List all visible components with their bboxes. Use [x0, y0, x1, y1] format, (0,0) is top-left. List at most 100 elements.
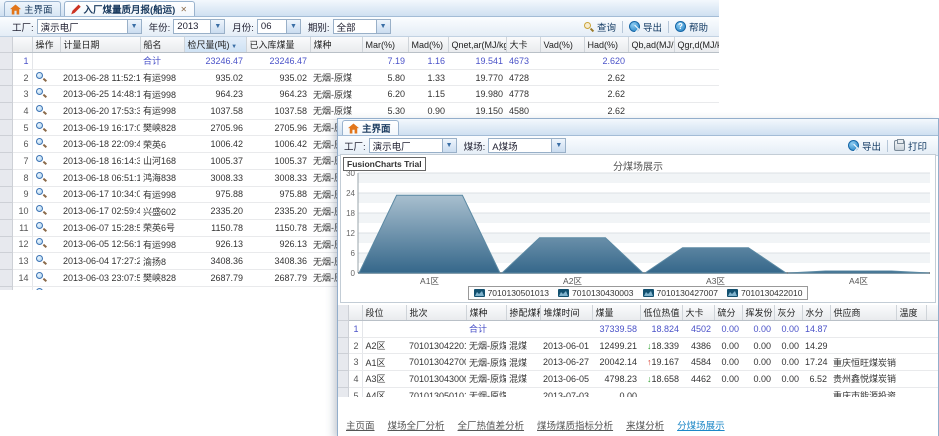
- column-header[interactable]: Vad(%): [540, 37, 584, 53]
- table-cell: 0.00: [742, 371, 774, 388]
- column-header[interactable]: 灰分: [774, 305, 802, 321]
- chevron-down-icon[interactable]: ▼: [551, 139, 565, 152]
- nav-link-home[interactable]: 主页面: [346, 418, 375, 432]
- query-button[interactable]: 查询: [577, 20, 622, 34]
- table-row[interactable]: 22013-06-28 11:52:17有运998935.02935.02无烟-…: [0, 69, 719, 86]
- column-header[interactable]: Mad(%): [408, 37, 448, 53]
- table-cell: [640, 387, 682, 397]
- help-button[interactable]: ?帮助: [669, 20, 714, 34]
- table-cell: 975.88: [184, 186, 246, 203]
- nav-link-incoming-coal-analysis[interactable]: 来煤分析: [626, 418, 664, 432]
- table-row[interactable]: 1合计37339.5818.82445020.000.000.0014.87: [338, 321, 938, 338]
- table-row[interactable]: 4A3区7010130430003无烟-原煤混煤2013-06-054798.2…: [338, 371, 938, 388]
- table-row[interactable]: 32013-06-25 14:48:10有运998964.23964.23无烟-…: [0, 86, 719, 103]
- column-header[interactable]: Qb,ad(MJ/...: [628, 37, 674, 53]
- column-header[interactable]: 大卡: [682, 305, 714, 321]
- close-icon[interactable]: ✕: [180, 5, 187, 14]
- print-button[interactable]: 打印: [888, 139, 933, 153]
- table-row[interactable]: 2A2区7010130422010无烟-原煤混煤2013-06-0112499.…: [338, 337, 938, 354]
- column-header[interactable]: Mar(%): [362, 37, 408, 53]
- chevron-down-icon[interactable]: ▼: [286, 20, 300, 33]
- column-header[interactable]: 低位热值: [640, 305, 682, 321]
- magnifier-icon[interactable]: [36, 222, 46, 232]
- chevron-down-icon[interactable]: ▼: [442, 139, 456, 152]
- tab-main[interactable]: 主界面: [342, 120, 399, 135]
- row-actions: [32, 119, 60, 136]
- month-value: 06: [261, 21, 272, 32]
- period-select[interactable]: 全部▼: [333, 19, 391, 34]
- tab-coal-report[interactable]: 入厂煤量质月报(船运) ✕: [64, 1, 196, 16]
- table-cell: 无烟-原煤: [466, 371, 506, 388]
- legend-item[interactable]: 7010130501013: [474, 288, 549, 298]
- magnifier-icon[interactable]: [36, 72, 46, 82]
- export-icon: [848, 140, 859, 151]
- export-button[interactable]: 导出: [842, 139, 887, 153]
- column-header[interactable]: 批次: [406, 305, 466, 321]
- magnifier-icon[interactable]: [36, 288, 46, 290]
- magnifier-icon[interactable]: [36, 205, 46, 215]
- magnifier-icon[interactable]: [36, 105, 46, 115]
- column-header[interactable]: 大卡: [506, 37, 540, 53]
- magnifier-icon[interactable]: [36, 238, 46, 248]
- factory-select[interactable]: 演示电厂▼: [37, 19, 142, 34]
- legend-item[interactable]: 7010130422010: [727, 288, 802, 298]
- column-header[interactable]: Qgr,d(MJ/kg): [674, 37, 719, 53]
- y-tick-label: 6: [351, 249, 356, 258]
- chevron-down-icon[interactable]: ▼: [127, 20, 141, 33]
- legend-label: 7010130430003: [572, 288, 633, 298]
- column-header[interactable]: 计量日期: [60, 37, 140, 53]
- column-header[interactable]: 煤种: [310, 37, 362, 53]
- table-cell: 0.00: [592, 387, 640, 397]
- area-chart[interactable]: 0612182430A1区A2区A3区A4区: [342, 169, 934, 299]
- column-header[interactable]: 掺配煤种: [506, 305, 540, 321]
- column-header[interactable]: 已入库煤量: [246, 37, 310, 53]
- x-tick-label: A1区: [420, 276, 439, 286]
- table-row[interactable]: 5A4区7010130501013无烟-原煤2013-07-030.00重庆市能…: [338, 387, 938, 397]
- legend-item[interactable]: 7010130427007: [643, 288, 718, 298]
- column-header[interactable]: 煤量: [592, 305, 640, 321]
- table-cell: 2013-06-18 16:14:32: [60, 153, 140, 170]
- nav-link-yard-display[interactable]: 分煤场展示: [677, 418, 725, 432]
- chevron-down-icon[interactable]: ▼: [376, 20, 390, 33]
- table-cell: 4673: [506, 53, 540, 70]
- magnifier-icon[interactable]: [36, 88, 46, 98]
- nav-link-plant-heat-diff-analysis[interactable]: 全厂热值差分析: [458, 418, 525, 432]
- magnifier-icon[interactable]: [36, 255, 46, 265]
- magnifier-icon[interactable]: [36, 138, 46, 148]
- chevron-down-icon[interactable]: ▼: [210, 20, 224, 33]
- year-select[interactable]: 2013▼: [173, 19, 225, 34]
- column-header[interactable]: 水分: [802, 305, 830, 321]
- nav-link-yard-quality-index-analysis[interactable]: 煤场煤质指标分析: [537, 418, 613, 432]
- magnifier-icon[interactable]: [36, 272, 46, 282]
- column-header[interactable]: 操作: [32, 37, 60, 53]
- column-header[interactable]: 堆煤时间: [540, 305, 592, 321]
- column-header[interactable]: Qnet,ar(MJ/kg): [448, 37, 506, 53]
- tab-main[interactable]: 主界面: [4, 1, 61, 16]
- column-header[interactable]: 检尺量(吨) ▼: [184, 37, 246, 53]
- column-header[interactable]: Had(%): [584, 37, 628, 53]
- month-select[interactable]: 06 ▼: [257, 19, 301, 34]
- legend-item[interactable]: 7010130430003: [558, 288, 633, 298]
- column-header[interactable]: 供应商: [830, 305, 896, 321]
- export-button[interactable]: 导出: [623, 20, 668, 34]
- table-row[interactable]: 42013-06-20 17:53:33有运9981037.581037.58无…: [0, 103, 719, 120]
- magnifier-icon[interactable]: [36, 172, 46, 182]
- table-cell: 1005.37: [246, 153, 310, 170]
- nav-link-yard-plant-analysis[interactable]: 煤场全厂分析: [388, 418, 445, 432]
- table-cell: ↓18.339: [640, 337, 682, 354]
- sort-descending-icon[interactable]: ▼: [230, 44, 238, 50]
- magnifier-icon[interactable]: [36, 155, 46, 165]
- column-header[interactable]: 硫分: [714, 305, 742, 321]
- magnifier-icon[interactable]: [36, 122, 46, 132]
- table-row[interactable]: 3A1区7010130427007无烟-原煤混煤2013-06-2720042.…: [338, 354, 938, 371]
- column-header[interactable]: 挥发份: [742, 305, 774, 321]
- column-header[interactable]: 段位: [362, 305, 406, 321]
- table-cell: 1006.42: [246, 136, 310, 153]
- column-header[interactable]: 煤种: [466, 305, 506, 321]
- magnifier-icon[interactable]: [36, 188, 46, 198]
- factory-select[interactable]: 演示电厂▼: [369, 138, 457, 153]
- yard-select[interactable]: A煤场▼: [488, 138, 566, 153]
- table-row[interactable]: 1合计23246.4723246.477.191.1619.54146732.6…: [0, 53, 719, 70]
- column-header[interactable]: 船名: [140, 37, 184, 53]
- column-header[interactable]: 温度: [896, 305, 926, 321]
